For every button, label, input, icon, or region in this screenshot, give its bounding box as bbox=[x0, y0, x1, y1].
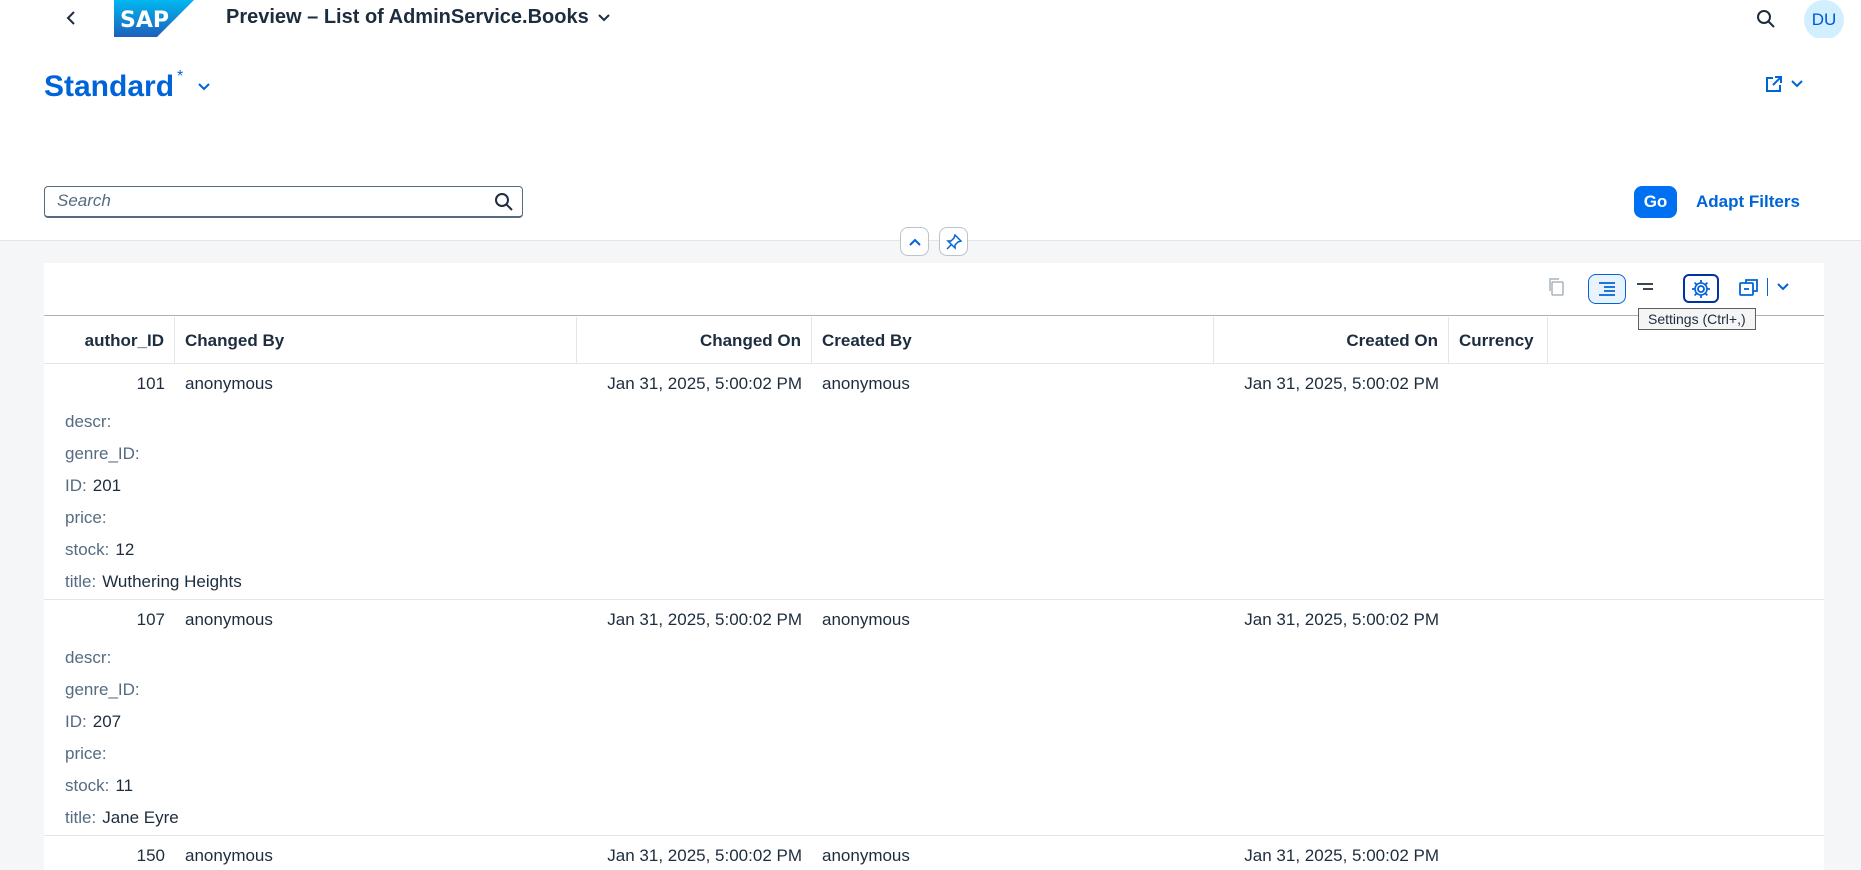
avatar[interactable]: DU bbox=[1804, 0, 1844, 40]
cell-changed-on: Jan 31, 2025, 5:00:02 PM bbox=[607, 610, 802, 629]
chevron-down-icon bbox=[1791, 80, 1803, 88]
back-button[interactable] bbox=[58, 4, 86, 32]
variant-title: Standard bbox=[44, 70, 175, 103]
cell-created-by: anonymous bbox=[822, 610, 910, 629]
list-details-icon bbox=[1599, 282, 1615, 296]
popin-id: ID: 201 bbox=[65, 476, 122, 495]
search-input[interactable] bbox=[57, 187, 477, 215]
cell-author-id: 101 bbox=[136, 374, 165, 393]
popin-price: price: bbox=[65, 744, 107, 763]
export-button[interactable] bbox=[1739, 277, 1790, 297]
app-title-menu[interactable]: Preview – List of AdminService.Books bbox=[226, 6, 611, 29]
chevron-down-icon bbox=[1777, 283, 1789, 291]
cell-changed-by: anonymous bbox=[185, 846, 273, 865]
table-row[interactable]: 101 anonymous Jan 31, 2025, 5:00:02 PM a… bbox=[44, 364, 1824, 600]
column-header-author-id[interactable]: author_ID bbox=[44, 317, 175, 364]
copy-icon[interactable] bbox=[1547, 277, 1565, 302]
separator bbox=[1767, 278, 1768, 296]
search-icon bbox=[1757, 10, 1775, 28]
chevron-down-icon bbox=[598, 13, 610, 21]
popin-stock: stock: 12 bbox=[65, 540, 135, 559]
chevron-down-icon bbox=[197, 82, 211, 92]
search-field[interactable] bbox=[44, 186, 523, 218]
hide-details-button[interactable] bbox=[1626, 274, 1664, 304]
cell-author-id: 150 bbox=[136, 846, 165, 865]
variant-modified-indicator: * bbox=[177, 68, 184, 85]
shell-bar: SAP Preview – List of AdminService.Books… bbox=[0, 0, 1861, 40]
popin-descr: descr: bbox=[65, 412, 112, 431]
column-header-changed-on[interactable]: Changed On bbox=[577, 317, 812, 364]
column-header-currency[interactable]: Currency bbox=[1449, 317, 1548, 364]
shell-search-button[interactable] bbox=[1752, 5, 1780, 33]
popin-title: title: Jane Eyre bbox=[65, 808, 179, 827]
popin-id: ID: 207 bbox=[65, 712, 122, 731]
popin-price: price: bbox=[65, 508, 107, 527]
list-compact-icon bbox=[1637, 283, 1653, 290]
pin-icon bbox=[945, 233, 962, 250]
settings-tooltip: Settings (Ctrl+,) bbox=[1638, 308, 1756, 330]
cell-author-id: 107 bbox=[136, 610, 165, 629]
popin-genre-id: genre_ID: bbox=[65, 680, 140, 699]
app-title: Preview – List of AdminService.Books bbox=[226, 6, 589, 28]
svg-text:SAP: SAP bbox=[120, 8, 169, 33]
cell-created-by: anonymous bbox=[822, 374, 910, 393]
gear-icon bbox=[1692, 279, 1710, 298]
cell-created-by: anonymous bbox=[822, 846, 910, 865]
cell-changed-by: anonymous bbox=[185, 374, 273, 393]
search-icon[interactable] bbox=[493, 191, 515, 213]
settings-button[interactable] bbox=[1683, 274, 1719, 303]
cell-changed-by: anonymous bbox=[185, 610, 273, 629]
popin-genre-id: genre_ID: bbox=[65, 444, 140, 463]
chevron-left-icon bbox=[66, 11, 75, 25]
share-button[interactable] bbox=[1764, 74, 1804, 94]
table-toolbar: Settings (Ctrl+,) bbox=[44, 263, 1824, 330]
variant-selector[interactable]: Standard * bbox=[44, 68, 211, 104]
cell-created-on: Jan 31, 2025, 5:00:02 PM bbox=[1244, 374, 1439, 393]
table-header: author_ID Changed By Changed On Created … bbox=[44, 317, 1824, 364]
table-row[interactable]: 107 anonymous Jan 31, 2025, 5:00:02 PM a… bbox=[44, 600, 1824, 836]
column-header-created-on[interactable]: Created On bbox=[1214, 317, 1449, 364]
show-details-button[interactable] bbox=[1588, 274, 1626, 304]
chevron-up-icon bbox=[908, 238, 921, 246]
popin-title: title: Wuthering Heights bbox=[65, 572, 242, 591]
popin-descr: descr: bbox=[65, 648, 112, 667]
pin-header-button[interactable] bbox=[939, 227, 968, 256]
table-row[interactable]: 150 anonymous Jan 31, 2025, 5:00:02 PM a… bbox=[44, 836, 1824, 870]
cell-created-on: Jan 31, 2025, 5:00:02 PM bbox=[1244, 610, 1439, 629]
page-header: Standard * Go Adapt Filters bbox=[0, 38, 1861, 241]
collapse-header-button[interactable] bbox=[900, 227, 929, 256]
cell-created-on: Jan 31, 2025, 5:00:02 PM bbox=[1244, 846, 1439, 865]
table-card: Settings (Ctrl+,) author_ID Changed By C… bbox=[44, 263, 1824, 870]
cell-changed-on: Jan 31, 2025, 5:00:02 PM bbox=[607, 846, 802, 865]
popin-stock: stock: 11 bbox=[65, 776, 134, 795]
go-button[interactable]: Go bbox=[1634, 186, 1677, 218]
column-header-changed-by[interactable]: Changed By bbox=[175, 317, 577, 364]
adapt-filters-button[interactable]: Adapt Filters bbox=[1696, 186, 1800, 218]
cell-changed-on: Jan 31, 2025, 5:00:02 PM bbox=[607, 374, 802, 393]
export-icon bbox=[1739, 279, 1758, 296]
sap-logo: SAP bbox=[114, 0, 194, 37]
column-header-created-by[interactable]: Created By bbox=[812, 317, 1214, 364]
share-icon bbox=[1766, 76, 1782, 92]
